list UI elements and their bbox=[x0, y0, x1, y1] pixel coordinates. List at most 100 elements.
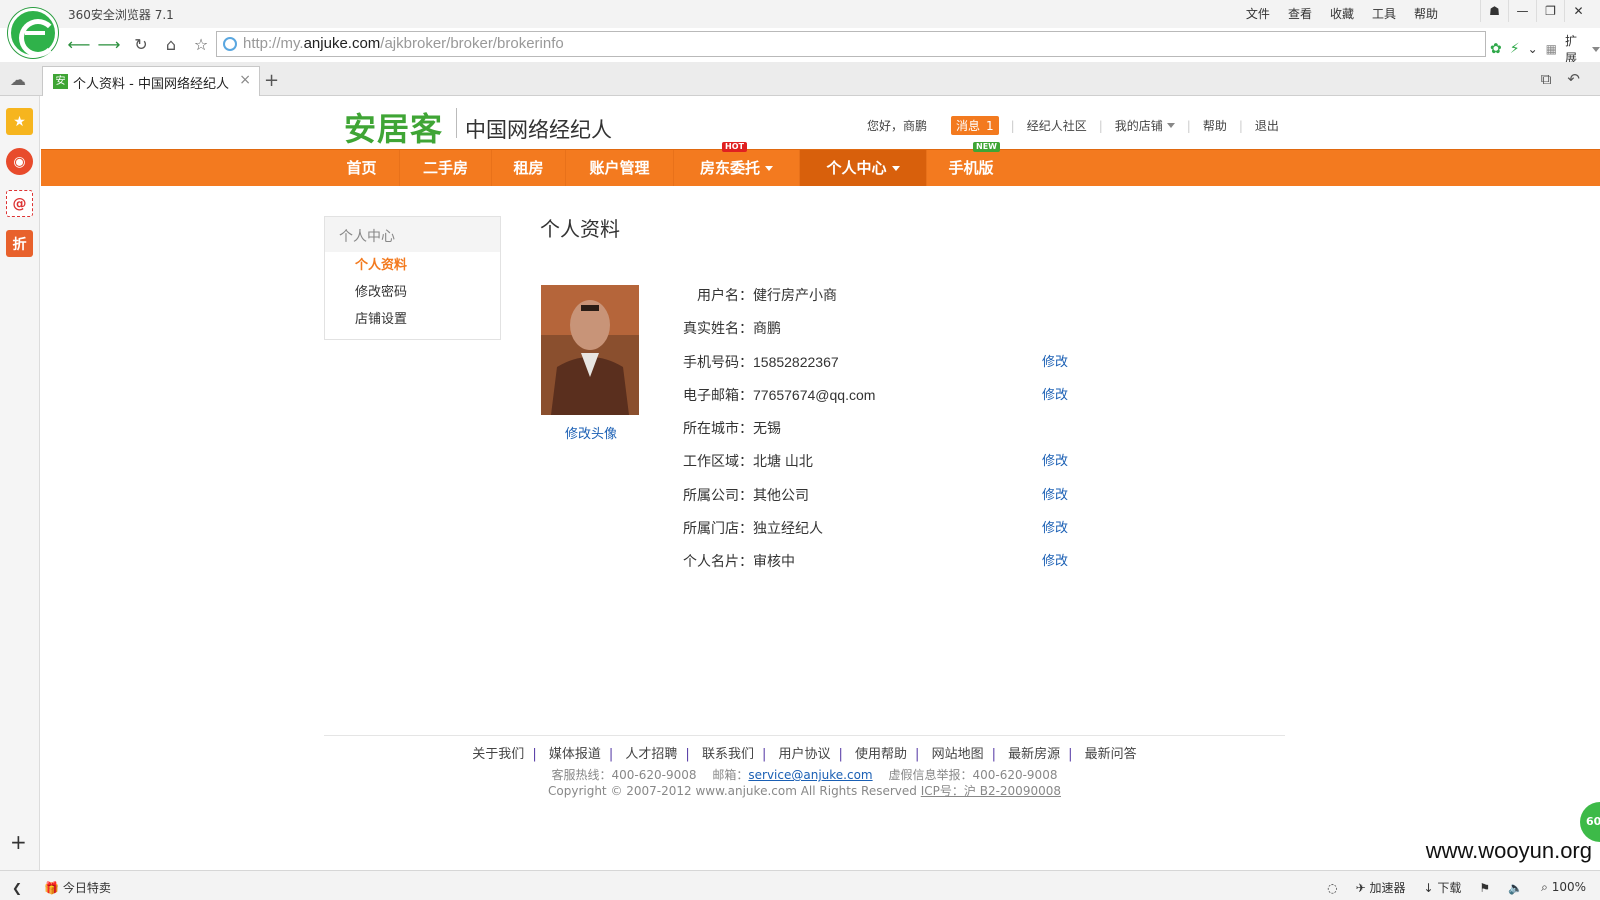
extend-button[interactable]: 扩展 bbox=[1565, 32, 1580, 66]
nav-personal-center[interactable]: 个人中心 bbox=[800, 150, 927, 186]
maximize-icon[interactable]: ❐ bbox=[1536, 0, 1564, 22]
footer-link-help[interactable]: 使用帮助 bbox=[855, 747, 907, 762]
tab-active[interactable]: 安 个人资料 - 中国网络经纪人 × bbox=[42, 66, 260, 96]
globe-icon bbox=[223, 37, 237, 51]
star-icon[interactable]: ☆ bbox=[188, 32, 214, 56]
zoom-indicator[interactable]: ⌕ 100% bbox=[1541, 880, 1586, 895]
user-bar: 您好，商鹏 消息 1 | 经纪人社区 | 我的店铺 | 帮助 | 退出 bbox=[867, 116, 1279, 135]
web-page: 安居客 中国网络经纪人 您好，商鹏 消息 1 | 经纪人社区 | 我的店铺 | 帮… bbox=[41, 96, 1600, 870]
message-badge[interactable]: 消息 1 bbox=[951, 116, 999, 135]
menu-item-favorites[interactable]: 收藏 bbox=[1328, 4, 1356, 23]
sidebar-add-icon[interactable]: + bbox=[10, 830, 27, 854]
left-menu-profile[interactable]: 个人资料 bbox=[325, 252, 500, 279]
speed-mode-icon[interactable]: ⚡ bbox=[1510, 41, 1520, 57]
my-shop-link[interactable]: 我的店铺 bbox=[1115, 117, 1163, 134]
close-icon[interactable]: ✕ bbox=[1564, 0, 1592, 22]
footer-link-sitemap[interactable]: 网站地图 bbox=[932, 747, 984, 762]
footer-contact: 客服热线：400-620-9008 邮箱：service@anjuke.com … bbox=[551, 768, 1058, 782]
daily-deals[interactable]: 🎁 今日特卖 bbox=[44, 879, 111, 896]
mail-icon[interactable]: @ bbox=[6, 190, 33, 217]
footer-link-media[interactable]: 媒体报道 bbox=[549, 747, 601, 762]
browser-logo-icon bbox=[8, 8, 58, 58]
footer-link-contact[interactable]: 联系我们 bbox=[702, 747, 754, 762]
undo-close-icon[interactable]: ↶ bbox=[1567, 70, 1580, 88]
nav-rent[interactable]: 租房 bbox=[492, 150, 566, 186]
extend-caret-icon[interactable] bbox=[1592, 46, 1600, 52]
cloud-icon[interactable]: ☁ bbox=[10, 70, 26, 89]
restore-window-icon[interactable]: ⧉ bbox=[1541, 70, 1552, 88]
tab-title: 个人资料 - 中国网络经纪人 bbox=[73, 77, 229, 92]
speaker-icon[interactable]: 🔈 bbox=[1508, 881, 1523, 895]
edit-company-link[interactable]: 修改 bbox=[1042, 479, 1068, 512]
forward-arrow-icon[interactable]: ⟶ bbox=[96, 32, 122, 56]
row-username: 用户名：健行房产小商 bbox=[697, 287, 837, 304]
left-menu-title: 个人中心 bbox=[325, 217, 500, 252]
my-shop-caret-icon[interactable] bbox=[1166, 123, 1175, 128]
left-menu-shop-settings[interactable]: 店铺设置 bbox=[325, 306, 500, 333]
anjuke-favicon-icon: 安 bbox=[53, 74, 68, 89]
menu-item-file[interactable]: 文件 bbox=[1244, 4, 1272, 23]
left-menu-password[interactable]: 修改密码 bbox=[325, 279, 500, 306]
change-avatar-link[interactable]: 修改头像 bbox=[565, 423, 617, 442]
community-link[interactable]: 经纪人社区 bbox=[1027, 117, 1087, 134]
icp-link[interactable]: ICP号：沪 B2-20090008 bbox=[921, 784, 1061, 798]
logo-divider bbox=[456, 108, 457, 138]
edit-phone-link[interactable]: 修改 bbox=[1042, 346, 1068, 379]
footer-link-qa[interactable]: 最新问答 bbox=[1085, 747, 1137, 762]
help-link[interactable]: 帮助 bbox=[1203, 117, 1227, 134]
discount-icon[interactable]: 折 bbox=[6, 230, 33, 257]
menu-item-help[interactable]: 帮助 bbox=[1412, 4, 1440, 23]
watermark: www.wooyun.org bbox=[1425, 838, 1592, 863]
download-arrow-icon: ↓ bbox=[1423, 881, 1434, 895]
minimize-icon[interactable]: — bbox=[1508, 0, 1536, 22]
menu-item-view[interactable]: 查看 bbox=[1286, 4, 1314, 23]
weibo-icon[interactable]: ◉ bbox=[6, 148, 33, 175]
footer-link-jobs[interactable]: 人才招聘 bbox=[625, 747, 677, 762]
menu-item-tools[interactable]: 工具 bbox=[1370, 4, 1398, 23]
edit-work-area-link[interactable]: 修改 bbox=[1042, 445, 1068, 478]
collapse-sidebar-icon[interactable]: ❮ bbox=[12, 881, 22, 895]
footer-link-listings[interactable]: 最新房源 bbox=[1008, 747, 1060, 762]
left-menu: 个人中心 个人资料 修改密码 店铺设置 bbox=[324, 216, 501, 340]
site-logo[interactable]: 安居客 bbox=[344, 104, 443, 150]
extend-grid-icon: ▦ bbox=[1545, 42, 1557, 56]
edit-business-card-link[interactable]: 修改 bbox=[1042, 545, 1068, 578]
accelerator-button[interactable]: ✈ 加速器 bbox=[1356, 879, 1406, 896]
flag-icon[interactable]: ⚑ bbox=[1479, 881, 1490, 895]
profile-info: 用户名：健行房产小商 真实姓名：商鹏 手机号码：15852822367 修改 电子… bbox=[681, 279, 1121, 579]
footer-divider bbox=[324, 735, 1285, 736]
url-input[interactable]: http://my.anjuke.com/ajkbroker/broker/br… bbox=[216, 31, 1486, 57]
row-store: 所属门店：独立经纪人 修改 bbox=[681, 512, 1121, 545]
footer-email-link[interactable]: service@anjuke.com bbox=[748, 768, 872, 782]
row-business-card: 个人名片：审核中 修改 bbox=[681, 545, 1121, 578]
back-arrow-icon[interactable]: ⟵ bbox=[66, 32, 92, 56]
new-tab-icon[interactable]: + bbox=[264, 70, 279, 91]
skin-icon[interactable]: ☗ bbox=[1480, 0, 1508, 22]
new-tag: NEW bbox=[973, 142, 1000, 152]
row-company: 所属公司：其他公司 修改 bbox=[681, 479, 1121, 512]
nav-mobile[interactable]: NEW 手机版 bbox=[927, 142, 1015, 186]
footer-link-about[interactable]: 关于我们 bbox=[472, 747, 524, 762]
home-icon[interactable]: ⌂ bbox=[158, 32, 184, 56]
favorites-star-icon[interactable]: ★ bbox=[6, 108, 33, 135]
footer-link-agreement[interactable]: 用户协议 bbox=[778, 747, 830, 762]
refresh-icon[interactable]: ↻ bbox=[128, 32, 154, 56]
row-phone: 手机号码：15852822367 修改 bbox=[681, 346, 1121, 379]
dropdown-chevron-icon[interactable]: ⌄ bbox=[1528, 42, 1538, 56]
nav-home[interactable]: 首页 bbox=[324, 150, 400, 186]
zoom-icon: ⌕ bbox=[1541, 880, 1548, 894]
tab-close-icon[interactable]: × bbox=[239, 72, 251, 88]
security-icon[interactable]: ✿ bbox=[1490, 41, 1502, 57]
download-button[interactable]: ↓ 下载 bbox=[1424, 879, 1462, 896]
ie-mode-icon[interactable]: ◌ bbox=[1327, 881, 1337, 895]
row-city: 所在城市：无锡 bbox=[683, 420, 781, 438]
nav-second-hand[interactable]: 二手房 bbox=[400, 150, 492, 186]
window-controls: ☗ — ❐ ✕ bbox=[1480, 0, 1592, 22]
nav-account[interactable]: 账户管理 bbox=[566, 150, 674, 186]
edit-email-link[interactable]: 修改 bbox=[1042, 379, 1068, 412]
nav-landlord[interactable]: HOT 房东委托 bbox=[674, 142, 800, 186]
personal-caret-icon bbox=[891, 166, 900, 171]
logout-link[interactable]: 退出 bbox=[1255, 117, 1279, 134]
footer-copyright: Copyright © 2007-2012 www.anjuke.com All… bbox=[548, 784, 1061, 798]
edit-store-link[interactable]: 修改 bbox=[1042, 512, 1068, 545]
